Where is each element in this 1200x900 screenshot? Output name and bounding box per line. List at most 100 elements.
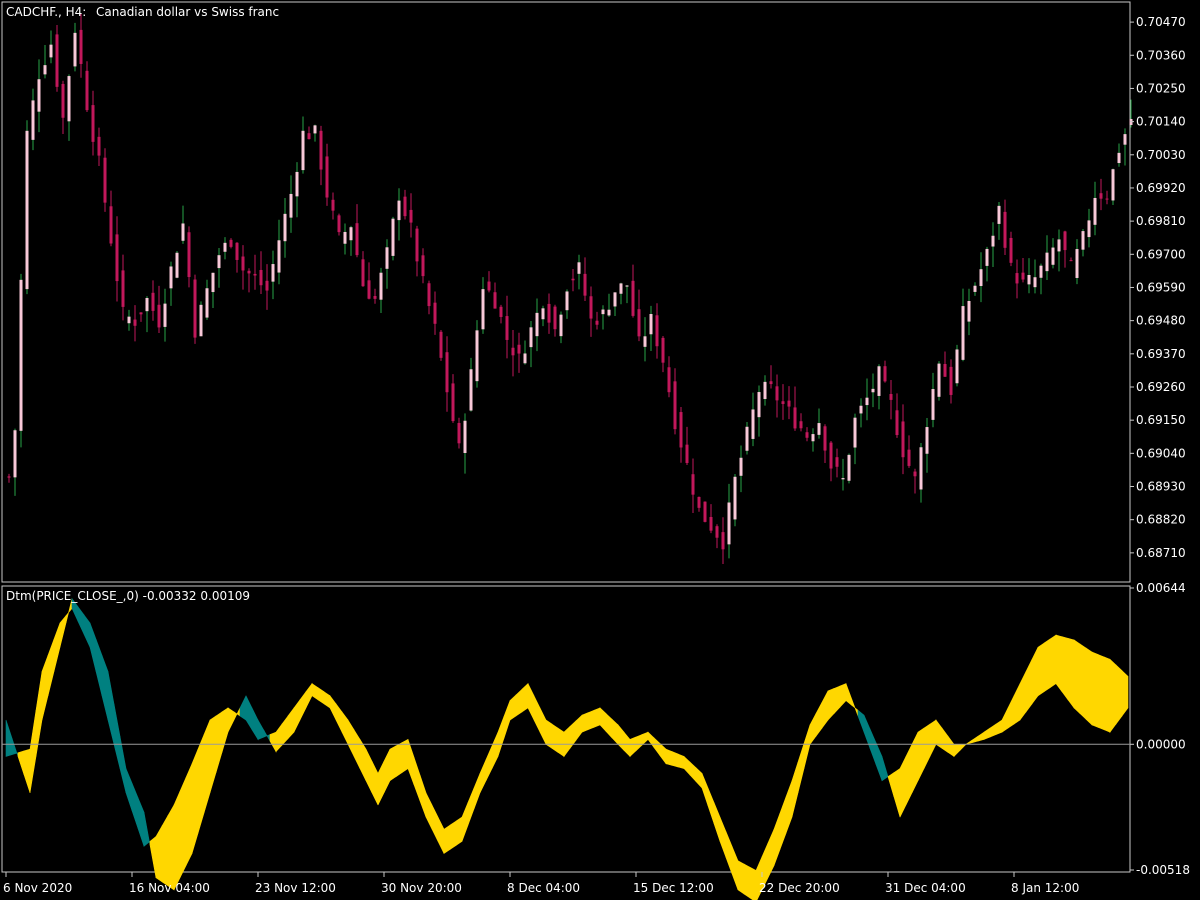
candle-body: [31, 100, 35, 140]
candle-body: [1087, 220, 1091, 238]
candle-body: [133, 319, 137, 326]
indicator-tick-label: 0.00644: [1136, 581, 1186, 595]
price-tick-label: 0.70140: [1136, 115, 1186, 129]
dtm-fill-up: [1103, 656, 1111, 733]
candle-body: [853, 417, 857, 448]
chart-window: CADCHF., H4: Canadian dollar vs Swiss fr…: [0, 0, 1200, 900]
candle-body: [967, 301, 971, 322]
candle-body: [1123, 134, 1127, 145]
candle-body: [601, 309, 605, 315]
candle-body: [175, 252, 179, 278]
candle-body: [745, 426, 749, 451]
time-tick-label: 31 Dec 04:00: [885, 881, 966, 895]
candle-body: [1009, 237, 1013, 263]
candle-body: [55, 34, 59, 87]
candle-body: [241, 256, 245, 271]
candle-body: [409, 209, 413, 223]
price-tick-label: 0.69370: [1136, 347, 1186, 361]
candle-body: [961, 306, 965, 360]
candle-body: [283, 213, 287, 242]
dtm-fill-up: [557, 727, 565, 757]
candle-body: [157, 304, 161, 328]
candle-body: [223, 242, 227, 252]
candle-body: [619, 283, 623, 294]
dtm-fill-up: [167, 803, 175, 891]
candle-body: [313, 125, 317, 134]
candle-body: [1027, 274, 1031, 285]
candle-body: [493, 292, 497, 309]
dtm-fill-up: [665, 748, 673, 766]
candle-body: [793, 407, 797, 429]
candle-body: [787, 400, 791, 407]
price-tick-label: 0.69040: [1136, 446, 1186, 460]
candle: [733, 474, 737, 527]
candle: [391, 216, 395, 261]
candle-body: [37, 79, 41, 112]
candle: [103, 148, 107, 212]
candle-body: [769, 381, 773, 385]
dtm-fill-up: [1049, 634, 1057, 689]
candle-body: [583, 273, 587, 296]
time-tick-label: 16 Nov 04:00: [129, 881, 210, 895]
candle-body: [829, 442, 833, 469]
candle-body: [1057, 239, 1061, 252]
candle-body: [733, 476, 737, 520]
candle-body: [193, 279, 197, 338]
dtm-fill-up: [1109, 658, 1117, 734]
candle-body: [79, 29, 83, 64]
candle-body: [337, 215, 341, 233]
candle-body: [775, 386, 779, 401]
price-tick-label: 0.70030: [1136, 148, 1186, 162]
dtm-fill-up: [161, 814, 169, 887]
dtm-fill-up: [593, 707, 601, 728]
dtm-fill-up: [1067, 637, 1075, 709]
dtm-fill-up: [389, 745, 397, 782]
candle-body: [541, 308, 545, 320]
candle-body: [211, 272, 215, 293]
price-tick-label: 0.69260: [1136, 380, 1186, 394]
dtm-fill-up: [395, 742, 403, 778]
indicator-label: Dtm(PRICE_CLOSE_,0) -0.00332 0.00109: [6, 589, 250, 603]
candle-body: [661, 337, 665, 363]
candle-body: [943, 363, 947, 377]
candle-body: [535, 312, 539, 337]
candle-body: [559, 314, 563, 337]
dtm-fill-up: [737, 860, 745, 895]
candle-body: [565, 291, 569, 311]
candle-body: [865, 397, 869, 406]
candle-body: [739, 457, 743, 476]
candle-body: [553, 306, 557, 330]
price-tick-label: 0.69150: [1136, 413, 1186, 427]
dtm-fill-up: [185, 763, 193, 866]
candle-body: [997, 205, 1001, 224]
candle-body: [43, 65, 47, 75]
candle-body: [265, 280, 269, 291]
candle-body: [1069, 260, 1073, 262]
candle-body: [271, 264, 275, 282]
candle-body: [655, 315, 659, 347]
candle-body: [925, 427, 929, 454]
candle-body: [889, 394, 893, 400]
candle-body: [781, 401, 785, 404]
candle-body: [199, 304, 203, 337]
candle-body: [715, 526, 719, 538]
candle: [1111, 168, 1115, 205]
dtm-fill-up: [443, 824, 451, 855]
candle-body: [481, 289, 485, 330]
candle-body: [1117, 152, 1121, 164]
candle-body: [397, 200, 401, 221]
candle-body: [259, 269, 263, 286]
candle-body: [361, 259, 365, 287]
time-tick-label: 6 Nov 2020: [3, 881, 72, 895]
candle-body: [349, 227, 353, 241]
candle-body: [391, 218, 395, 256]
candle-body: [679, 412, 683, 448]
candle-body: [1045, 252, 1049, 272]
candle-body: [859, 405, 863, 414]
candle-body: [937, 363, 941, 397]
candle-body: [331, 199, 335, 211]
indicator-tick-label: 0.00000: [1136, 737, 1186, 751]
candle-body: [145, 297, 149, 312]
candle-body: [1039, 265, 1043, 278]
candle-body: [595, 320, 599, 325]
